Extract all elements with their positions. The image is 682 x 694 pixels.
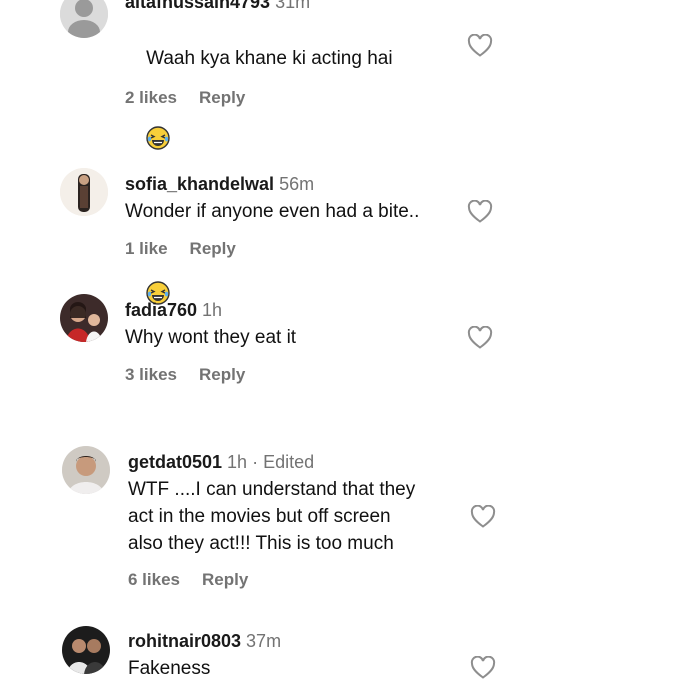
- comment-text: Wonder if anyone even had a bite..: [125, 201, 420, 222]
- username[interactable]: sofia_khandelwal: [125, 174, 274, 194]
- heart-outline-icon[interactable]: [467, 34, 493, 58]
- likes-count[interactable]: 2 likes: [125, 88, 177, 107]
- comment-text: Why wont they eat it: [125, 327, 297, 348]
- comment-header: fadia760 1h: [125, 299, 222, 321]
- reply-button[interactable]: Reply: [199, 88, 245, 107]
- timestamp: 56m: [279, 174, 315, 194]
- avatar-default[interactable]: [60, 0, 108, 38]
- avatar[interactable]: [60, 294, 108, 342]
- comment-text: WTF ....I can understand that they act i…: [128, 479, 416, 554]
- user-photo: [60, 294, 108, 342]
- comment-header: rohitnair0803 37m: [128, 630, 281, 652]
- comment-text: Fakeness: [128, 658, 211, 679]
- avatar[interactable]: [62, 626, 110, 674]
- avatar[interactable]: [60, 168, 108, 216]
- timestamp: 1h: [202, 300, 223, 320]
- username[interactable]: altafhussain4793: [125, 0, 270, 12]
- username[interactable]: rohitnair0803: [128, 631, 241, 651]
- heart-outline-icon[interactable]: [470, 505, 496, 529]
- username[interactable]: fadia760: [125, 300, 197, 320]
- default-avatar-icon: [60, 0, 108, 38]
- comment-meta: 1 like Reply: [125, 239, 236, 259]
- timestamp: 37m: [246, 631, 282, 651]
- heart-outline-icon[interactable]: [470, 656, 496, 680]
- comment-header: altafhussain4793 31m: [125, 0, 310, 13]
- comment-header: getdat0501 1h · Edited: [128, 451, 314, 473]
- username[interactable]: getdat0501: [128, 452, 222, 472]
- user-photo: [60, 168, 108, 216]
- timestamp: 31m: [275, 0, 311, 12]
- timestamp: 1h · Edited: [227, 452, 315, 472]
- user-photo: [62, 626, 110, 674]
- comment-meta: 2 likes Reply: [125, 88, 245, 108]
- user-photo: [62, 446, 110, 494]
- reply-button[interactable]: Reply: [190, 239, 236, 258]
- heart-outline-icon[interactable]: [467, 200, 493, 224]
- likes-count[interactable]: 6 likes: [128, 570, 180, 589]
- heart-outline-icon[interactable]: [467, 326, 493, 350]
- likes-count[interactable]: 3 likes: [125, 365, 177, 384]
- comment-header: sofia_khandelwal 56m: [125, 173, 314, 195]
- avatar[interactable]: [62, 446, 110, 494]
- comment-meta: 6 likes Reply: [128, 570, 248, 590]
- likes-count[interactable]: 1 like: [125, 239, 168, 258]
- reply-button[interactable]: Reply: [199, 365, 245, 384]
- reply-button[interactable]: Reply: [202, 570, 248, 589]
- comment-meta: 3 likes Reply: [125, 365, 245, 385]
